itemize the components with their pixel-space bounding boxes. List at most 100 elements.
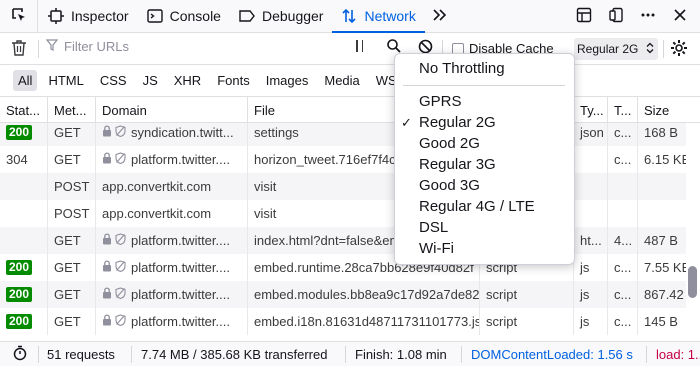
cell-size: 487 B (638, 227, 686, 254)
element-picker-button[interactable] (0, 0, 38, 33)
menu-item-label: Regular 2G (419, 114, 496, 131)
cell-method: POST (48, 200, 96, 227)
tracking-shield-icon (115, 152, 126, 167)
cell-type: js (574, 281, 608, 308)
column-domain[interactable]: Domain (96, 97, 248, 123)
cell-method: GET (48, 254, 96, 281)
divider (646, 346, 647, 363)
table-row[interactable]: 200 GET syndication.twitt... settings json c.… (0, 123, 686, 146)
split-console-button[interactable] (570, 3, 598, 31)
request-type-filters: All HTML CSS JS XHR Fonts Images Media W… (0, 65, 700, 97)
menu-item-good-3g[interactable]: Good 3G (395, 175, 574, 196)
performance-analysis-button[interactable] (12, 342, 28, 367)
domain-text: platform.twitter.... (131, 314, 230, 329)
cell-initiator: script (480, 281, 574, 308)
cell-transferred: c... (608, 308, 638, 335)
cell-status: 200 (0, 281, 48, 308)
method-text: GET (54, 287, 81, 302)
table-row[interactable]: GET platform.twitter.... index.html?dnt=fa… (0, 227, 686, 254)
cell-type (574, 146, 608, 173)
cell-domain: syndication.twitt... (96, 123, 248, 146)
tracking-shield-icon (115, 260, 126, 275)
cell-transferred (608, 200, 638, 227)
clear-button[interactable] (6, 37, 32, 61)
cell-type (574, 200, 608, 227)
double-chevron-right-icon (432, 8, 448, 25)
filter-all[interactable]: All (13, 70, 38, 91)
type-text: js (580, 260, 590, 275)
menu-item-regular-2g[interactable]: ✓ Regular 2G (395, 112, 574, 133)
column-method[interactable]: Met... (48, 97, 96, 123)
debugger-icon (239, 8, 255, 24)
transferred-text: c... (614, 314, 632, 329)
network-settings-button[interactable] (669, 38, 689, 61)
menu-item-regular-3g[interactable]: Regular 3G (395, 154, 574, 175)
cell-domain: platform.twitter.... (96, 146, 248, 173)
tab-debugger[interactable]: Debugger (230, 0, 333, 33)
column-size[interactable]: Size (638, 97, 686, 123)
menu-item-good-2g[interactable]: Good 2G (395, 133, 574, 154)
cell-size: 6.15 KB (638, 146, 686, 173)
dom-content-loaded-time: DOMContentLoaded: 1.56 s (471, 347, 633, 362)
filter-xhr[interactable]: XHR (169, 70, 206, 91)
tab-console[interactable]: Console (138, 0, 230, 33)
cell-status: 200 (0, 254, 48, 281)
cell-status (0, 200, 48, 227)
table-row[interactable]: 200 GET platform.twitter.... embed.i18n.816… (0, 308, 686, 335)
pause-bar (356, 40, 358, 52)
column-transferred[interactable]: T... (608, 97, 638, 123)
table-row[interactable]: 200 GET platform.twitter.... embed.runtime.… (0, 254, 686, 281)
initiator-text: script (486, 287, 518, 302)
table-row[interactable]: POST app.convertkit.com visit (0, 200, 686, 227)
table-row[interactable]: 304 GET platform.twitter.... horizon_tweet.… (0, 146, 686, 173)
lock-icon (102, 314, 112, 329)
options-menu-button[interactable] (634, 3, 662, 31)
column-status[interactable]: Stat... (0, 97, 48, 123)
throttling-menu: No Throttling GPRS ✓ Regular 2G Good 2G R… (394, 53, 575, 265)
gear-icon (669, 40, 689, 61)
cell-transferred: 4... (608, 227, 638, 254)
throttling-select[interactable]: Regular 2G (574, 38, 658, 60)
menu-item-dsl[interactable]: DSL (395, 217, 574, 238)
filter-js[interactable]: JS (138, 70, 163, 91)
status-badge: 200 (6, 125, 33, 140)
menu-item-gprs[interactable]: GPRS (395, 91, 574, 112)
tab-label: Network (364, 8, 416, 24)
cell-size (638, 200, 686, 227)
cell-type (574, 173, 608, 200)
table-row[interactable]: 200 GET platform.twitter.... embed.modules.… (0, 281, 686, 308)
file-text: index.html?dnt=false&em (254, 233, 401, 248)
tab-network[interactable]: Network (332, 0, 425, 33)
filter-media[interactable]: Media (319, 70, 364, 91)
filter-images[interactable]: Images (261, 70, 314, 91)
table-row[interactable]: POST app.convertkit.com visit (0, 173, 686, 200)
cell-status (0, 227, 48, 254)
scrollbar-thumb[interactable] (688, 266, 697, 298)
dock-button[interactable] (602, 3, 630, 31)
divider (663, 40, 664, 58)
close-devtools-button[interactable] (666, 3, 694, 31)
menu-separator (403, 85, 565, 86)
file-text: horizon_tweet.716ef7f4c (254, 152, 396, 167)
filter-css[interactable]: CSS (95, 70, 132, 91)
menu-item-label: Good 2G (419, 135, 480, 152)
scrollbar-track[interactable] (686, 123, 700, 341)
pause-button[interactable] (356, 40, 363, 52)
tab-inspector[interactable]: Inspector (38, 0, 138, 33)
cell-transferred: c... (608, 146, 638, 173)
domain-text: platform.twitter.... (131, 260, 230, 275)
type-text: ht... (580, 233, 602, 248)
filter-fonts[interactable]: Fonts (212, 70, 255, 91)
cell-domain: platform.twitter.... (96, 281, 248, 308)
menu-item-no-throttling[interactable]: No Throttling (395, 58, 574, 79)
more-tools-button[interactable] (425, 0, 455, 33)
menu-item-regular-4g-lte[interactable]: Regular 4G / LTE (395, 196, 574, 217)
file-text: visit (254, 206, 277, 221)
column-type[interactable]: Ty... (574, 97, 608, 123)
url-filter-input[interactable]: Filter URLs (45, 39, 129, 54)
trash-icon (11, 39, 27, 59)
filter-html[interactable]: HTML (43, 70, 88, 91)
security-icons (102, 314, 126, 329)
menu-item-wifi[interactable]: Wi-Fi (395, 238, 574, 259)
method-text: GET (54, 260, 81, 275)
